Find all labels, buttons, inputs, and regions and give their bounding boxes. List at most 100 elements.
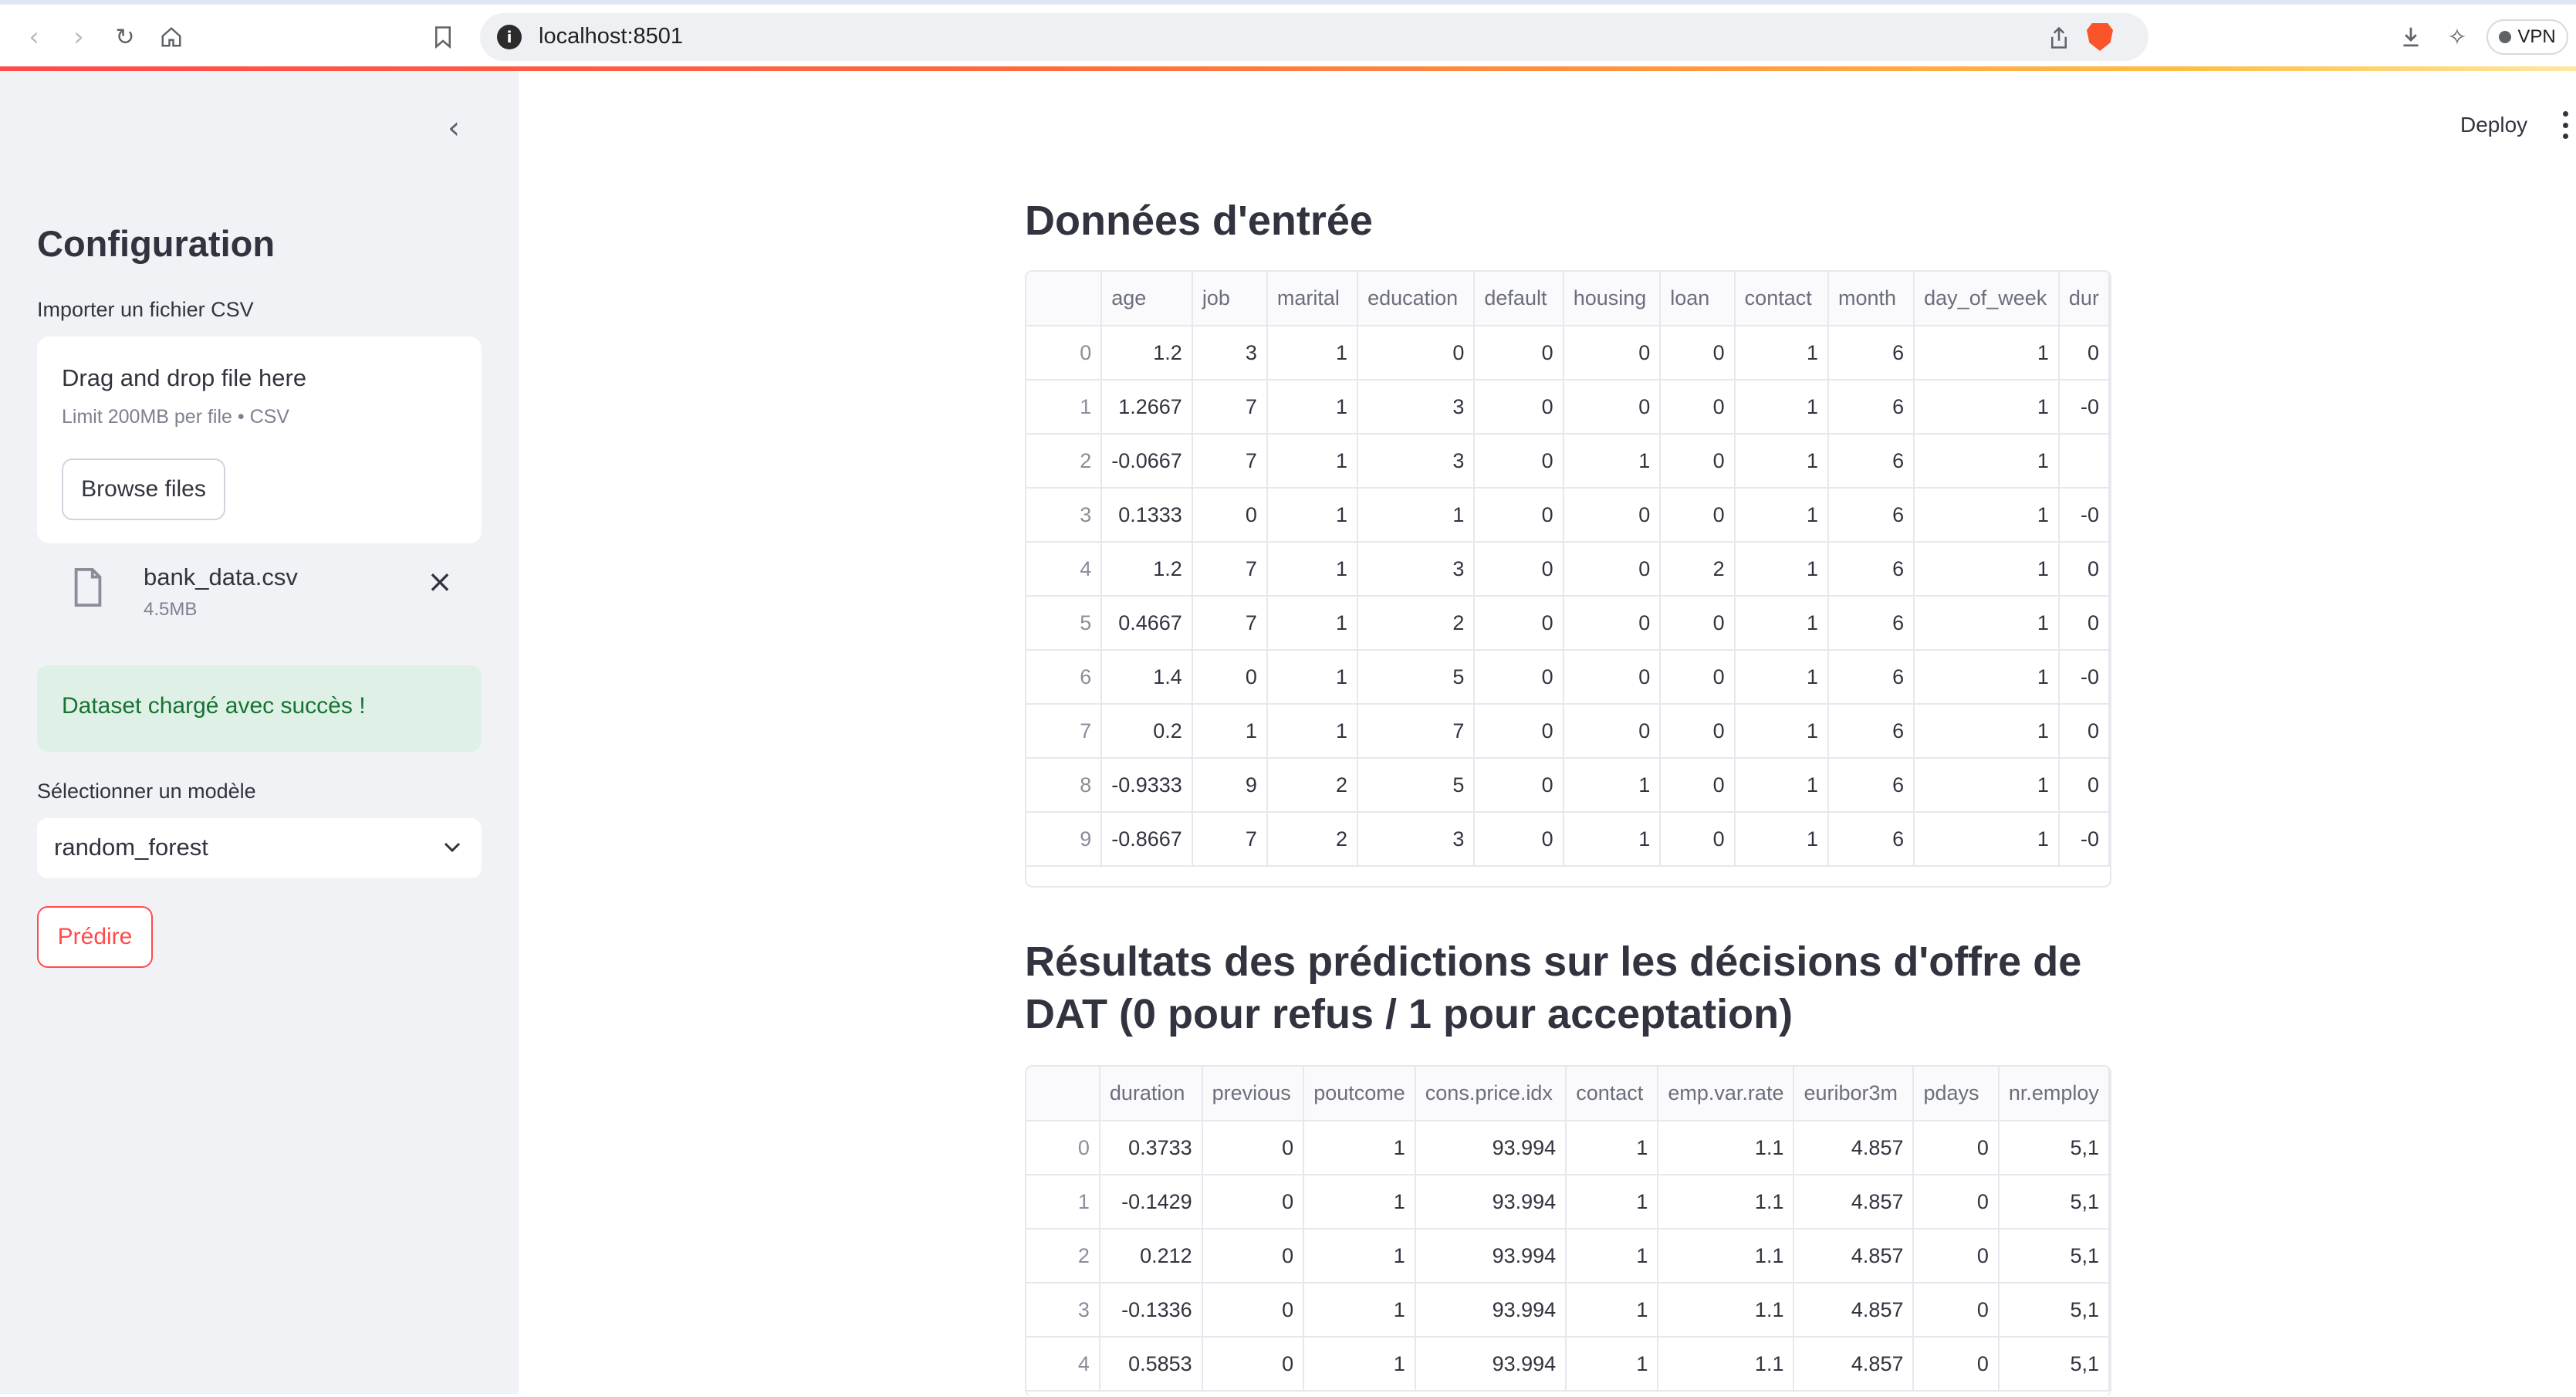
column-header[interactable]: cons.price.idx	[1415, 1067, 1567, 1121]
table-cell[interactable]: 0	[1913, 1121, 2000, 1175]
table-cell[interactable]: 1.1	[1658, 1283, 1795, 1338]
table-cell[interactable]: 0	[1474, 380, 1564, 435]
table-cell[interactable]: 1	[1914, 758, 2060, 813]
table-cell[interactable]: 0	[1913, 1229, 2000, 1284]
leo-ai-icon[interactable]: ✧	[2440, 20, 2474, 54]
table-cell[interactable]: 4.857	[1793, 1283, 1915, 1338]
column-header[interactable]: job	[1192, 272, 1268, 326]
share-icon[interactable]	[2045, 24, 2073, 52]
table-cell[interactable]: 0	[1202, 1283, 1305, 1338]
table-cell[interactable]: 0	[1474, 596, 1564, 651]
table-cell[interactable]: -0.1336	[1099, 1283, 1203, 1338]
table-cell[interactable]: 2	[1266, 812, 1359, 867]
table-cell[interactable]: 0	[1660, 380, 1736, 435]
address-bar[interactable]: i localhost:8501	[480, 13, 2148, 61]
table-cell[interactable]: 0	[1660, 650, 1736, 705]
table-cell[interactable]: 0	[1563, 596, 1662, 651]
table-cell[interactable]: 1.2667	[1101, 380, 1193, 435]
download-icon[interactable]	[2394, 20, 2428, 54]
table-cell[interactable]: 0	[1563, 542, 1662, 597]
table-cell[interactable]: 9	[1192, 758, 1268, 813]
table-cell[interactable]: 1	[1303, 1337, 1416, 1392]
column-header[interactable]: emp.var.rate	[1658, 1067, 1795, 1121]
table-cell[interactable]: 1	[1566, 1121, 1659, 1175]
table-cell[interactable]: 5	[1357, 758, 1476, 813]
table-cell[interactable]: 1	[1566, 1229, 1659, 1284]
row-index-cell[interactable]: 2	[1026, 1229, 1100, 1284]
url-text[interactable]: localhost:8501	[539, 24, 683, 49]
row-index-cell[interactable]: 3	[1026, 1283, 1100, 1338]
table-cell[interactable]: 1	[1734, 650, 1829, 705]
table-cell[interactable]: 1	[1303, 1121, 1416, 1175]
row-index-cell[interactable]: 4	[1026, 1337, 1100, 1392]
table-cell[interactable]: 5	[1357, 650, 1476, 705]
remove-file-icon[interactable]: ×	[424, 564, 455, 600]
model-select[interactable]: random_forest	[37, 818, 482, 878]
table-cell[interactable]: 6	[1827, 434, 1915, 489]
table-row[interactable]: 6 1.4 0 1 5 0 0 0 1 6 1 -0	[1026, 650, 2110, 705]
table-cell[interactable]: 0	[1563, 650, 1662, 705]
table-cell[interactable]: 0	[2058, 704, 2110, 759]
table-cell[interactable]: 0	[1563, 488, 1662, 543]
table-cell[interactable]: 5,1	[1998, 1175, 2110, 1230]
table-row[interactable]: 0 0.3733 0 1 93.994 1 1.1 4.857 0 5,1	[1026, 1121, 2110, 1175]
table-cell[interactable]: 93.994	[1415, 1229, 1567, 1284]
table-cell[interactable]: 0	[2058, 596, 2110, 651]
table-cell[interactable]: 0	[1913, 1283, 2000, 1338]
table-cell[interactable]: 1	[1192, 704, 1268, 759]
table-cell[interactable]: 0	[1474, 812, 1564, 867]
table-cell[interactable]: 0	[1563, 380, 1662, 435]
table-cell[interactable]: 4.857	[1793, 1337, 1915, 1392]
table-row[interactable]: 1 1.2667 7 1 3 0 0 0 1 6 1 -0	[1026, 380, 2110, 435]
table-cell[interactable]: -0	[2058, 650, 2110, 705]
table-cell[interactable]: 0.5853	[1099, 1337, 1203, 1392]
results-dataframe[interactable]: duration previous poutcome cons.price.idx co…	[1025, 1065, 2111, 1397]
table-row[interactable]: 2 -0.0667 7 1 3 0 1 0 1 6 1	[1026, 434, 2110, 489]
table-cell[interactable]: 4.857	[1793, 1175, 1915, 1230]
table-cell[interactable]: 93.994	[1415, 1337, 1567, 1392]
site-info-icon[interactable]: i	[497, 25, 522, 49]
column-header[interactable]: marital	[1266, 272, 1359, 326]
table-cell[interactable]: 1	[1914, 704, 2060, 759]
table-cell[interactable]: 0	[1660, 434, 1736, 489]
column-header[interactable]: contact	[1734, 272, 1829, 326]
table-cell[interactable]: 0	[1202, 1175, 1305, 1230]
table-cell[interactable]: 1	[1303, 1229, 1416, 1284]
table-cell[interactable]: 0	[1660, 488, 1736, 543]
column-header[interactable]: nr.employ	[1998, 1067, 2110, 1121]
table-cell[interactable]: 3	[1357, 812, 1476, 867]
forward-icon[interactable]: ›	[62, 20, 96, 54]
table-cell[interactable]: 6	[1827, 704, 1915, 759]
table-cell[interactable]: 1	[1914, 488, 2060, 543]
table-row[interactable]: 3 0.1333 0 1 1 0 0 0 1 6 1 -0	[1026, 488, 2110, 543]
table-cell[interactable]: 0	[1202, 1229, 1305, 1284]
table-cell[interactable]: 1.4	[1101, 650, 1193, 705]
column-header[interactable]: previous	[1202, 1067, 1305, 1121]
table-cell[interactable]: 1	[1914, 812, 2060, 867]
table-cell[interactable]: 0	[1474, 704, 1564, 759]
table-cell[interactable]: 2	[1357, 596, 1476, 651]
table-cell[interactable]: 1	[1266, 434, 1359, 489]
row-index-cell[interactable]: 0	[1026, 1121, 1100, 1175]
table-cell[interactable]: 0	[1660, 758, 1736, 813]
table-cell[interactable]: 0.1333	[1101, 488, 1193, 543]
table-row[interactable]: 3 -0.1336 0 1 93.994 1 1.1 4.857 0 5,1	[1026, 1283, 2110, 1338]
table-cell[interactable]: 0	[1474, 542, 1564, 597]
table-cell[interactable]: 6	[1827, 488, 1915, 543]
table-cell[interactable]: 6	[1827, 542, 1915, 597]
table-cell[interactable]: 7	[1192, 812, 1268, 867]
table-cell[interactable]: 1	[1734, 704, 1829, 759]
table-cell[interactable]: 5,1	[1998, 1229, 2110, 1284]
table-cell[interactable]: 6	[1827, 326, 1915, 381]
table-cell[interactable]: 0	[1474, 758, 1564, 813]
browse-files-button[interactable]: Browse files	[62, 458, 225, 520]
collapse-sidebar-icon[interactable]: ‹	[438, 110, 469, 146]
column-header[interactable]: dur	[2058, 272, 2110, 326]
column-header[interactable]: euribor3m	[1793, 1067, 1915, 1121]
table-cell[interactable]: 0	[1913, 1337, 2000, 1392]
table-row[interactable]: 0 1.2 3 1 0 0 0 0 1 6 1 0	[1026, 326, 2110, 381]
table-cell[interactable]: 1	[1303, 1175, 1416, 1230]
table-cell[interactable]: -0.8667	[1101, 812, 1193, 867]
table-cell[interactable]: 7	[1192, 596, 1268, 651]
table-cell[interactable]: 93.994	[1415, 1283, 1567, 1338]
